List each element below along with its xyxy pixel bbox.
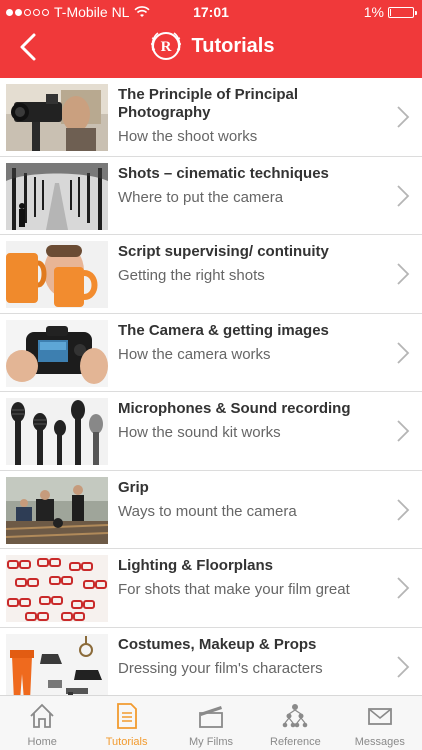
app-header: T-Mobile NL 17:01 1% R Tutorials [0, 0, 422, 78]
tutorial-thumbnail [6, 319, 108, 387]
tutorial-title: Shots – cinematic techniques [118, 164, 329, 182]
tutorial-title: Grip [118, 478, 149, 496]
tutorial-thumbnail [6, 84, 108, 151]
tutorial-thumbnail [6, 633, 108, 695]
tutorial-row[interactable]: Script supervising/ continuity Getting th… [0, 235, 422, 314]
tutorial-subtitle: How the shoot works [118, 128, 258, 145]
clapperboard-icon [199, 706, 223, 728]
tutorial-row[interactable]: Costumes, Makeup & Props Dressing your fi… [0, 628, 422, 695]
brand-logo: R [150, 32, 181, 60]
chevron-right-icon [397, 184, 410, 207]
hierarchy-icon [283, 704, 308, 728]
battery-icon [388, 6, 417, 18]
page-title: Tutorials [191, 34, 275, 57]
tab-home[interactable]: Home [0, 696, 84, 750]
tab-label: Tutorials [105, 736, 148, 748]
tutorial-subtitle: How the camera works [118, 345, 271, 363]
tutorial-row[interactable]: Lighting & Floorplans For shots that make… [0, 549, 422, 628]
status-bar: T-Mobile NL 17:01 1% [0, 0, 422, 24]
tab-label: Home [27, 736, 57, 748]
tutorial-row[interactable]: Shots – cinematic techniques Where to put… [0, 157, 422, 235]
tutorial-subtitle: Getting the right shots [118, 267, 265, 284]
chevron-right-icon [397, 498, 410, 521]
tutorial-thumbnail [6, 162, 108, 230]
tab-bar: Home Tutorials My Films Reference Messag… [0, 695, 422, 750]
tutorial-row[interactable]: Microphones & Sound recording How the sou… [0, 392, 422, 471]
tutorial-row[interactable]: Grip Ways to mount the camera [0, 471, 422, 549]
tab-my-films[interactable]: My Films [169, 696, 253, 750]
tutorial-thumbnail [6, 476, 108, 544]
tab-messages[interactable]: Messages [338, 696, 422, 750]
chevron-right-icon [397, 106, 410, 128]
tutorial-title: Lighting & Floorplans [118, 557, 273, 574]
tutorial-subtitle: Where to put the camera [118, 188, 284, 206]
battery-percent: 1% [363, 4, 384, 20]
tutorial-thumbnail [6, 555, 108, 622]
tutorial-title: Microphones & Sound recording [118, 400, 351, 417]
tutorial-list: The Principle of Principal Photography Ho… [0, 78, 422, 695]
tutorial-thumbnail [6, 241, 108, 308]
tutorial-subtitle: For shots that make your film great [118, 581, 350, 598]
tutorial-subtitle: Ways to mount the camera [118, 502, 297, 520]
envelope-icon [367, 708, 392, 725]
document-icon [116, 703, 137, 729]
tutorial-thumbnail [6, 398, 108, 465]
svg-text:R: R [160, 39, 171, 55]
chevron-right-icon [397, 263, 410, 285]
status-time: 17:01 [193, 4, 229, 20]
tab-label: Reference [270, 736, 321, 748]
tutorial-title: The Principle of Principal Photography [118, 86, 299, 121]
tutorial-title: Script supervising/ continuity [118, 243, 329, 260]
tutorial-row[interactable]: The Principle of Principal Photography Ho… [0, 78, 422, 157]
tab-label: My Films [189, 736, 234, 748]
navigation-bar: R Tutorials [0, 24, 422, 78]
tutorial-subtitle: Dressing your film's characters [118, 659, 323, 677]
tutorial-subtitle: How the sound kit works [118, 424, 281, 441]
chevron-right-icon [397, 341, 410, 364]
tutorial-title: The Camera & getting images [118, 321, 329, 339]
tutorial-title: Costumes, Makeup & Props [118, 635, 317, 653]
tab-reference[interactable]: Reference [253, 696, 337, 750]
home-icon [30, 703, 54, 728]
chevron-right-icon [397, 577, 410, 599]
tab-tutorials[interactable]: Tutorials [84, 696, 168, 750]
tab-label: Messages [354, 736, 405, 748]
chevron-right-icon [397, 655, 410, 678]
chevron-right-icon [397, 420, 410, 442]
tutorial-row[interactable]: The Camera & getting images How the camer… [0, 314, 422, 392]
